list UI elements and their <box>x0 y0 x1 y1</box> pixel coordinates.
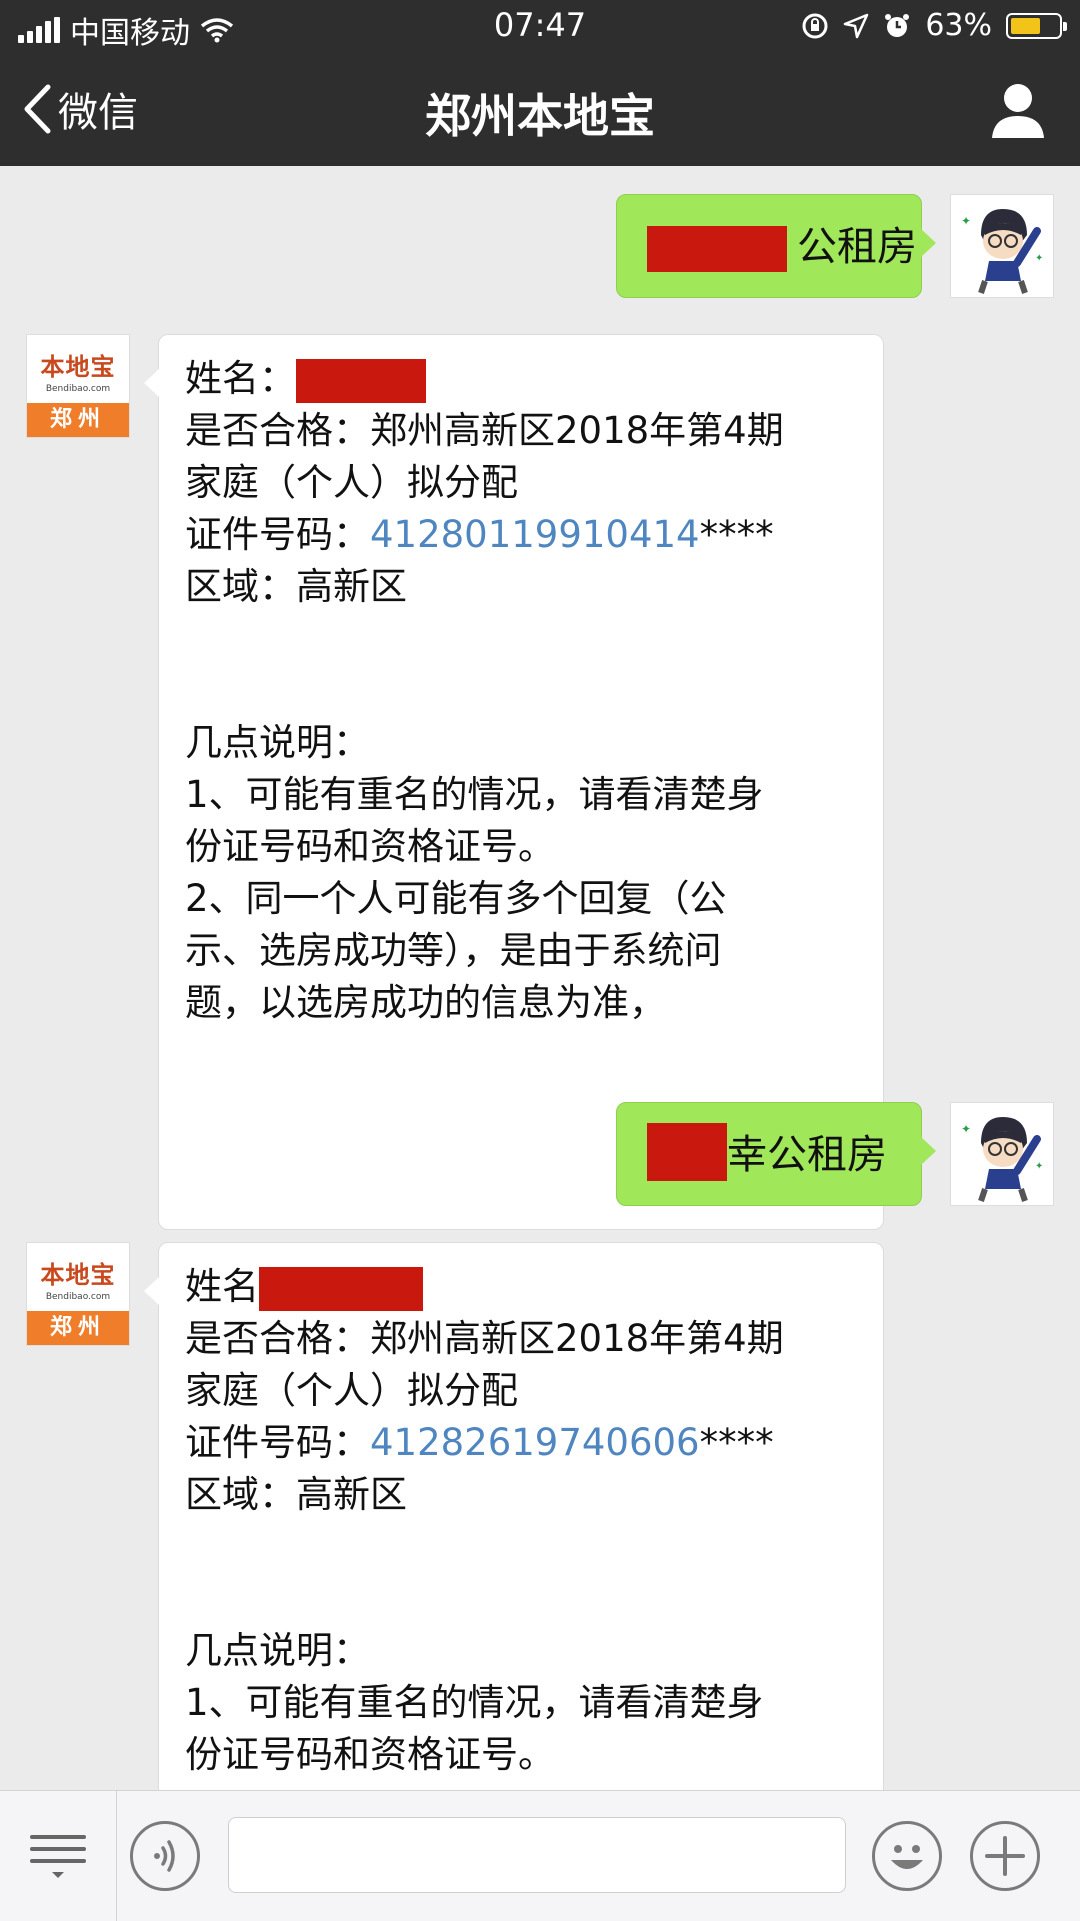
id-mask: **** <box>699 1421 774 1464</box>
battery-level <box>1011 17 1040 34</box>
id-label: 证件号码： <box>185 1421 370 1464</box>
message-text: 幸公租房 <box>727 1132 887 1178</box>
message-input[interactable] <box>228 1817 846 1893</box>
input-bar <box>0 1790 1080 1921</box>
chat-area[interactable]: ✦ ✦ 公租房 本地宝 Bendibao.com 郑州 姓名： 是否合格：郑州高… <box>0 166 1080 1790</box>
bot-avatar[interactable]: 本地宝 Bendibao.com 郑州 <box>26 334 130 438</box>
bot-logo-url: Bendibao.com <box>45 384 111 394</box>
plus-button[interactable] <box>970 1821 1040 1891</box>
bot-logo: 本地宝 Bendibao.com <box>27 335 129 405</box>
area-line: 区域：高新区 <box>185 565 407 608</box>
page-title: 郑州本地宝 <box>425 89 655 143</box>
name-line: 姓名： <box>185 353 857 405</box>
qualify-line: 是否合格：郑州高新区2018年第4期 <box>185 1317 784 1360</box>
name-line: 姓名 <box>185 1261 857 1313</box>
user-avatar[interactable]: ✦ ✦ <box>950 1102 1054 1206</box>
id-number-link[interactable]: 41282619740606 <box>370 1421 700 1464</box>
location-arrow-icon <box>844 13 869 38</box>
incoming-message[interactable]: 姓名： 是否合格：郑州高新区2018年第4期 家庭（个人）拟分配 证件号码：41… <box>144 334 884 1230</box>
redaction-mark <box>647 226 787 272</box>
note-text: 份证号码和资格证号。 <box>185 1733 555 1776</box>
id-line: 证件号码：41280119910414**** <box>185 509 857 561</box>
plus-icon <box>985 1836 1025 1876</box>
divider <box>116 1791 117 1921</box>
status-bar: 中国移动 07:47 63% <box>0 0 1080 52</box>
bot-avatar[interactable]: 本地宝 Bendibao.com 郑州 <box>26 1242 130 1346</box>
bot-city: 郑州 <box>27 403 129 437</box>
name-label: 姓名 <box>185 1265 259 1308</box>
svg-text:✦: ✦ <box>961 214 971 228</box>
bot-logo-text: 本地宝 <box>40 1261 116 1289</box>
id-number-link[interactable]: 41280119910414 <box>370 513 700 556</box>
incoming-message[interactable]: 姓名 是否合格：郑州高新区2018年第4期 家庭（个人）拟分配 证件号码：412… <box>144 1242 884 1790</box>
rotation-lock-icon <box>802 13 828 38</box>
user-avatar-image: ✦ ✦ <box>961 1117 1043 1202</box>
battery-icon <box>1006 12 1067 39</box>
notes-title: 几点说明： <box>185 721 370 764</box>
qualify-line: 是否合格：郑州高新区2018年第4期 <box>185 409 784 452</box>
note-text: 份证号码和资格证号。 <box>185 825 555 868</box>
note-text: 2、同一个人可能有多个回复（公 <box>185 877 727 920</box>
svg-text:✦: ✦ <box>961 1122 971 1136</box>
note-text: 示、选房成功等），是由于系统问 <box>185 929 722 972</box>
battery-percent: 63% <box>925 8 992 43</box>
note-text: 1、可能有重名的情况，请看清楚身 <box>185 773 764 816</box>
area-line: 区域：高新区 <box>185 1473 407 1516</box>
user-avatar-image: ✦ ✦ <box>961 209 1043 294</box>
id-mask: **** <box>699 513 774 556</box>
redaction-mark <box>259 1266 423 1311</box>
voice-button[interactable] <box>130 1821 200 1891</box>
person-icon[interactable] <box>990 80 1046 140</box>
redaction-mark <box>647 1123 727 1181</box>
bot-city: 郑州 <box>27 1311 129 1345</box>
message-text: 公租房 <box>797 224 917 270</box>
bot-logo: 本地宝 Bendibao.com <box>27 1243 129 1313</box>
qualify-line-2: 家庭（个人）拟分配 <box>185 1369 518 1412</box>
svg-text:✦: ✦ <box>1035 253 1043 264</box>
bot-logo-url: Bendibao.com <box>45 1292 111 1302</box>
voice-icon <box>154 1840 175 1872</box>
emoji-button[interactable] <box>872 1821 942 1891</box>
nav-bar: 微信 郑州本地宝 <box>0 52 1080 166</box>
notes-title: 几点说明： <box>185 1629 370 1672</box>
id-label: 证件号码： <box>185 513 370 556</box>
note-text: 题，以选房成功的信息为准， <box>185 981 666 1024</box>
user-avatar[interactable]: ✦ ✦ <box>950 194 1054 298</box>
note-text: 1、可能有重名的情况，请看清楚身 <box>185 1681 764 1724</box>
outgoing-message[interactable]: 幸公租房 <box>616 1102 936 1206</box>
name-label: 姓名： <box>185 357 296 400</box>
alarm-icon <box>885 13 910 37</box>
status-right: 63% <box>801 8 1067 43</box>
menu-list-icon[interactable] <box>30 1835 86 1885</box>
svg-text:✦: ✦ <box>1035 1161 1043 1172</box>
outgoing-message[interactable]: 公租房 <box>616 194 936 298</box>
qualify-line-2: 家庭（个人）拟分配 <box>185 461 518 504</box>
id-line: 证件号码：41282619740606**** <box>185 1417 857 1469</box>
bot-logo-text: 本地宝 <box>40 353 116 381</box>
redaction-mark <box>296 358 426 403</box>
emoji-icon <box>891 1845 923 1869</box>
